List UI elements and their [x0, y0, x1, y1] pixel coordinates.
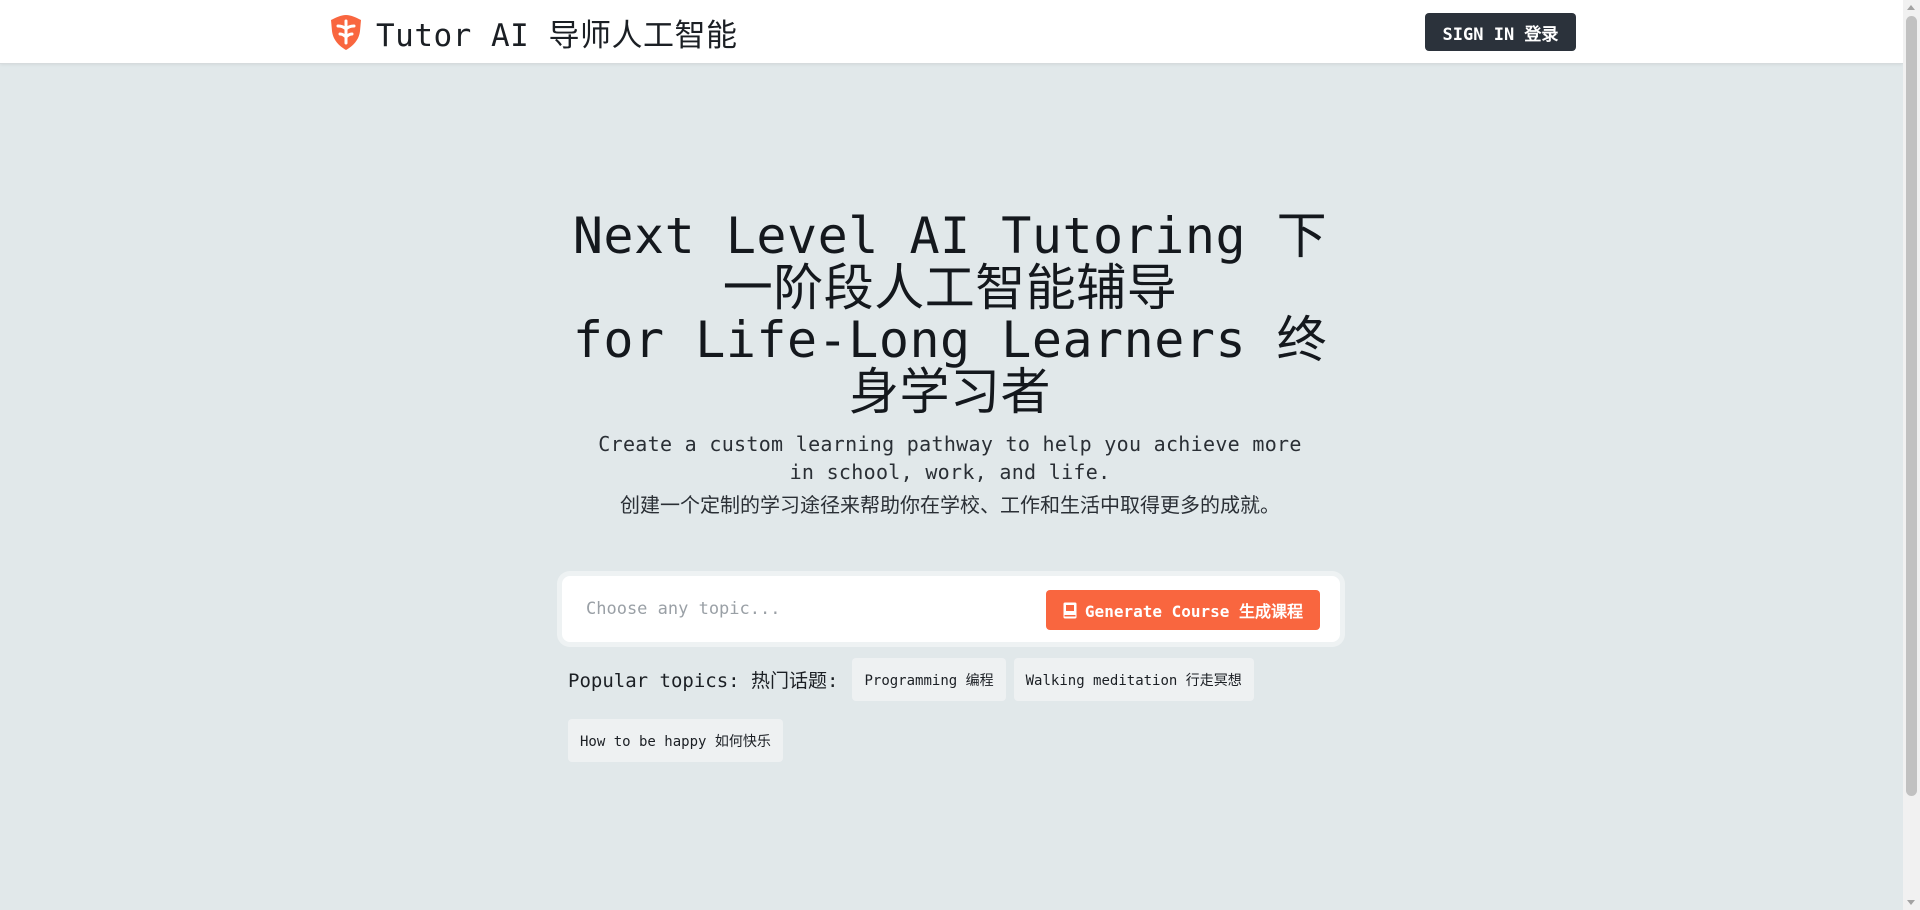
book-icon: [1063, 602, 1077, 618]
acorn-shield-icon: [331, 15, 361, 50]
page-scrollbar[interactable]: [1903, 0, 1920, 910]
scrollbar-thumb[interactable]: [1906, 16, 1917, 796]
generate-course-button[interactable]: Generate Course 生成课程: [1046, 590, 1320, 630]
scroll-down-arrow-icon[interactable]: [1907, 900, 1915, 905]
topic-chip-programming[interactable]: Programming 编程: [852, 658, 1006, 701]
scroll-up-arrow-icon[interactable]: [1907, 5, 1915, 10]
topic-chip-walking-meditation[interactable]: Walking meditation 行走冥想: [1013, 658, 1254, 701]
popular-topics: Popular topics: 热门话题: Programming 编程 Wal…: [568, 658, 1268, 762]
hero-title-line-2: for Life-Long Learners 终身学习者: [572, 311, 1328, 421]
sign-in-button[interactable]: SIGN IN 登录: [1425, 13, 1576, 51]
hero-section: Next Level AI Tutoring 下一阶段人工智能辅导 for Li…: [555, 210, 1345, 518]
topic-search-input[interactable]: [576, 586, 1026, 632]
hero-title-line-1: Next Level AI Tutoring 下一阶段人工智能辅导: [572, 207, 1328, 317]
top-navbar: Tutor AI 导师人工智能 SIGN IN 登录: [0, 0, 1903, 64]
brand-link[interactable]: Tutor AI 导师人工智能: [326, 12, 738, 54]
popular-topics-label: Popular topics: 热门话题:: [568, 670, 839, 692]
hero-subtitle: Create a custom learning pathway to help…: [598, 432, 1302, 484]
topic-chip-how-to-be-happy[interactable]: How to be happy 如何快乐: [568, 719, 783, 762]
hero-title: Next Level AI Tutoring 下一阶段人工智能辅导 for Li…: [555, 210, 1345, 418]
hero-subtitle-chinese: 创建一个定制的学习途径来帮助你在学校、工作和生活中取得更多的成就。: [620, 493, 1280, 517]
generate-course-label: Generate Course 生成课程: [1084, 602, 1304, 621]
brand-name: Tutor AI 导师人工智能: [376, 17, 738, 54]
topic-search-box: Generate Course 生成课程: [562, 576, 1340, 642]
